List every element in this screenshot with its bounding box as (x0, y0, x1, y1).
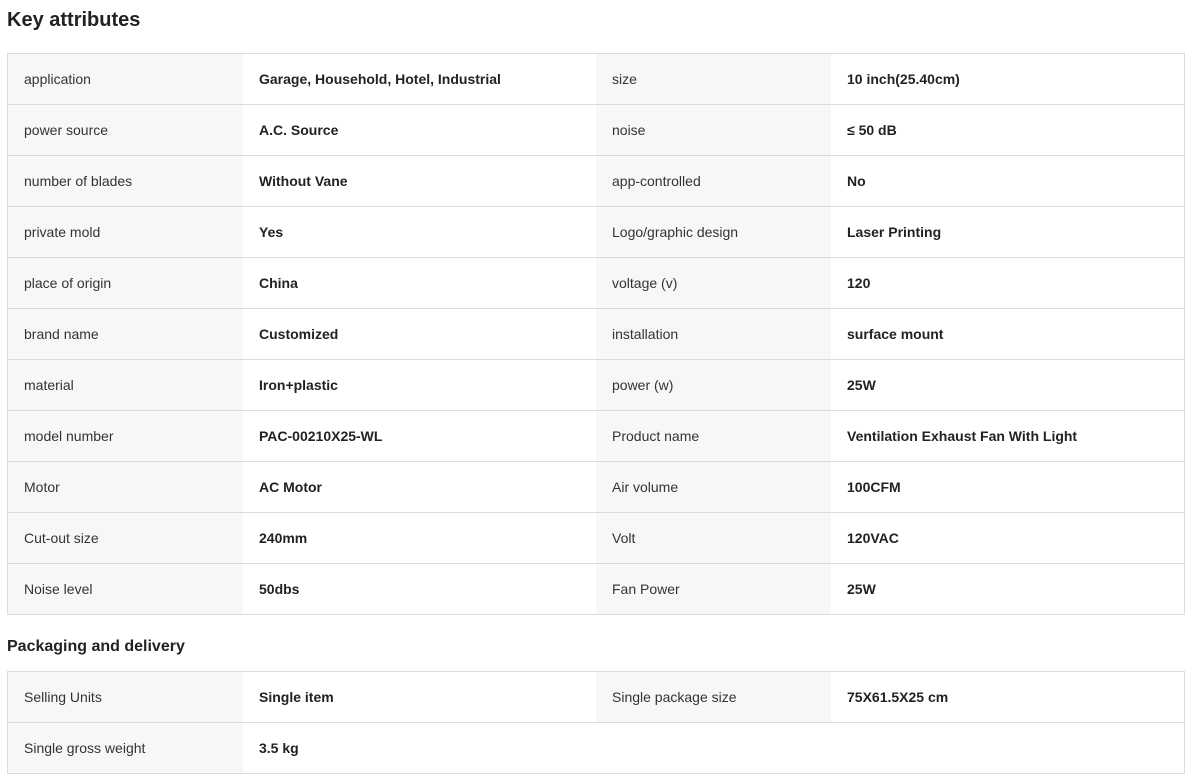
attribute-label: brand name (8, 309, 243, 359)
table-row: material Iron+plastic power (w) 25W (8, 360, 1184, 411)
key-attributes-table: application Garage, Household, Hotel, In… (7, 53, 1185, 615)
attribute-label: noise (596, 105, 831, 155)
table-row: number of blades Without Vane app-contro… (8, 156, 1184, 207)
attribute-label: voltage (v) (596, 258, 831, 308)
attribute-label: Cut-out size (8, 513, 243, 563)
table-row: Selling Units Single item Single package… (8, 672, 1184, 723)
attribute-label: Logo/graphic design (596, 207, 831, 257)
attribute-label: Fan Power (596, 564, 831, 614)
attribute-value: Without Vane (243, 156, 596, 206)
attribute-value: Garage, Household, Hotel, Industrial (243, 54, 596, 104)
attribute-label: application (8, 54, 243, 104)
attribute-label: power (w) (596, 360, 831, 410)
table-row: Motor AC Motor Air volume 100CFM (8, 462, 1184, 513)
attribute-value: 240mm (243, 513, 596, 563)
packaging-table: Selling Units Single item Single package… (7, 671, 1185, 774)
attribute-label: app-controlled (596, 156, 831, 206)
attribute-value: No (831, 156, 1184, 206)
attribute-value: ≤ 50 dB (831, 105, 1184, 155)
attribute-label: Single package size (596, 672, 831, 722)
attribute-value: 120VAC (831, 513, 1184, 563)
attribute-label: material (8, 360, 243, 410)
attribute-value: 100CFM (831, 462, 1184, 512)
attribute-label: power source (8, 105, 243, 155)
packaging-delivery-title: Packaging and delivery (7, 638, 185, 655)
attribute-value: 10 inch(25.40cm) (831, 54, 1184, 104)
attribute-value: PAC-00210X25-WL (243, 411, 596, 461)
attribute-value: 50dbs (243, 564, 596, 614)
attribute-value: Ventilation Exhaust Fan With Light (831, 411, 1184, 461)
table-row: private mold Yes Logo/graphic design Las… (8, 207, 1184, 258)
attribute-value: Iron+plastic (243, 360, 596, 410)
attribute-label: Product name (596, 411, 831, 461)
attribute-label: Selling Units (8, 672, 243, 722)
table-row: Cut-out size 240mm Volt 120VAC (8, 513, 1184, 564)
table-row: brand name Customized installation surfa… (8, 309, 1184, 360)
table-row: application Garage, Household, Hotel, In… (8, 54, 1184, 105)
table-row: model number PAC-00210X25-WL Product nam… (8, 411, 1184, 462)
attribute-label: model number (8, 411, 243, 461)
attribute-value: Customized (243, 309, 596, 359)
attribute-value: China (243, 258, 596, 308)
attribute-label: size (596, 54, 831, 104)
attribute-value: Single item (243, 672, 596, 722)
attribute-value: 75X61.5X25 cm (831, 672, 1184, 722)
attribute-label: Volt (596, 513, 831, 563)
attribute-value: Laser Printing (831, 207, 1184, 257)
table-row: power source A.C. Source noise ≤ 50 dB (8, 105, 1184, 156)
table-row: Noise level 50dbs Fan Power 25W (8, 564, 1184, 615)
attribute-label: number of blades (8, 156, 243, 206)
attribute-value: surface mount (831, 309, 1184, 359)
attribute-value: 120 (831, 258, 1184, 308)
attribute-label: place of origin (8, 258, 243, 308)
attribute-label: Noise level (8, 564, 243, 614)
attribute-label: Air volume (596, 462, 831, 512)
attribute-label: private mold (8, 207, 243, 257)
table-row: place of origin China voltage (v) 120 (8, 258, 1184, 309)
attribute-value: 25W (831, 564, 1184, 614)
key-attributes-title: Key attributes (7, 9, 141, 31)
table-row: Single gross weight 3.5 kg (8, 723, 1184, 774)
attribute-value: 25W (831, 360, 1184, 410)
attribute-label: installation (596, 309, 831, 359)
attribute-value: AC Motor (243, 462, 596, 512)
attribute-label: Motor (8, 462, 243, 512)
attribute-value: Yes (243, 207, 596, 257)
attribute-value: A.C. Source (243, 105, 596, 155)
